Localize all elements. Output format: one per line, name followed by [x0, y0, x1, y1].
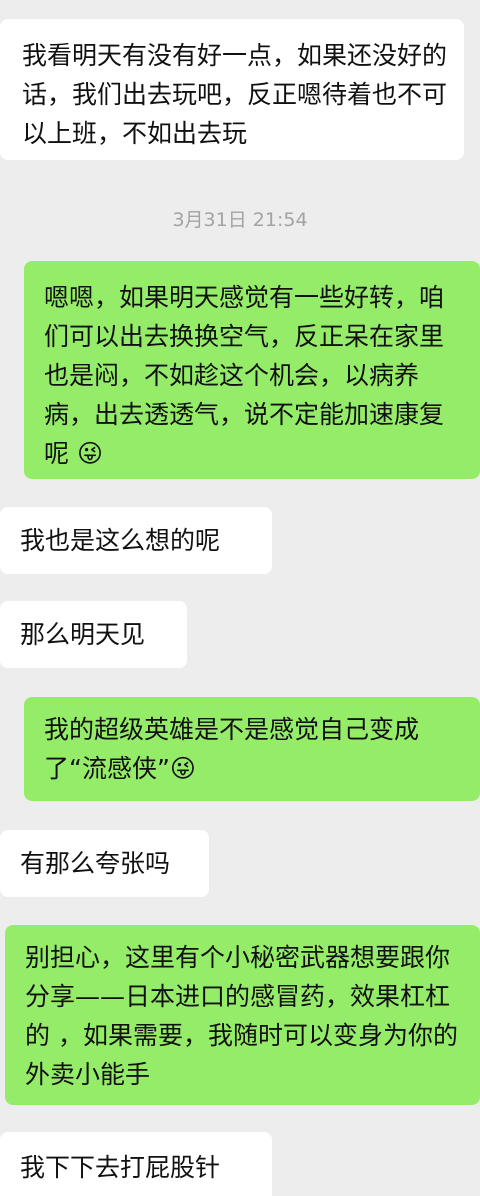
message-text: 我的超级英雄是不是感觉自己变成了“流感侠”😜	[44, 715, 420, 783]
message-bubble-incoming[interactable]: 我下下去打屁股针	[0, 1132, 272, 1196]
message-bubble-incoming[interactable]: 我也是这么想的呢	[0, 507, 272, 574]
message-text: 有那么夸张吗	[20, 849, 171, 878]
message-text: 我下下去打屁股针	[20, 1153, 221, 1182]
message-bubble-incoming[interactable]: 有那么夸张吗	[0, 830, 209, 897]
timestamp: 3月31日 21:54	[172, 209, 308, 231]
message-text: 我也是这么想的呢	[20, 526, 221, 555]
message-bubble-incoming[interactable]: 我看明天有没有好一点，如果还没好的话，我们出去玩吧，反正嗯待着也不可以上班，不如…	[0, 19, 464, 160]
message-bubble-incoming[interactable]: 那么明天见	[0, 601, 187, 668]
message-text: 别担心，这里有个小秘密武器想要跟你分享——日本进口的感冒药，效果杠杠的 ，如果需…	[25, 943, 458, 1089]
message-text: 我看明天有没有好一点，如果还没好的话，我们出去玩吧，反正嗯待着也不可以上班，不如…	[22, 41, 448, 148]
message-text: 那么明天见	[20, 620, 146, 649]
message-bubble-outgoing[interactable]: 别担心，这里有个小秘密武器想要跟你分享——日本进口的感冒药，效果杠杠的 ，如果需…	[5, 925, 480, 1105]
message-bubble-outgoing[interactable]: 我的超级英雄是不是感觉自己变成了“流感侠”😜	[24, 697, 480, 801]
message-bubble-outgoing[interactable]: 嗯嗯，如果明天感觉有一些好转，咱们可以出去换换空气，反正呆在家里也是闷，不如趁这…	[24, 261, 480, 479]
message-text: 嗯嗯，如果明天感觉有一些好转，咱们可以出去换换空气，反正呆在家里也是闷，不如趁这…	[44, 283, 445, 468]
